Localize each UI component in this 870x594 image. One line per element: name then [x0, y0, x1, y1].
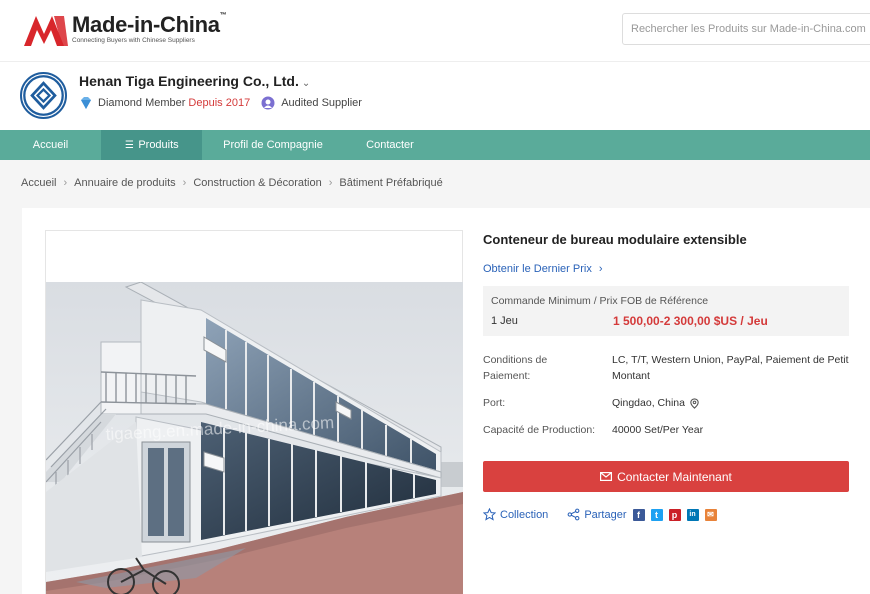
payment-terms-value: LC, T/T, Western Union, PayPal, Paiement…	[612, 354, 849, 382]
contact-now-label: Contacter Maintenant	[617, 469, 732, 484]
chevron-down-icon[interactable]: ⌄	[302, 78, 310, 89]
company-header: Henan Tiga Engineering Co., Ltd. ⌄ Diamon…	[0, 62, 870, 130]
facebook-icon[interactable]: f	[632, 508, 645, 521]
capacity-value: 40000 Set/Per Year	[612, 424, 704, 436]
port-value-text: Qingdao, China	[612, 397, 685, 409]
port-label: Port:	[483, 397, 506, 409]
site-logo[interactable]: Made-in-China™ Connecting Buyers with Ch…	[24, 12, 227, 46]
company-name-text: Henan Tiga Engineering Co., Ltd.	[79, 73, 299, 89]
nav-label: Profil de Compagnie	[223, 139, 323, 151]
nav-item-produits[interactable]: ☰ Produits	[101, 130, 202, 160]
company-logo-icon[interactable]	[20, 72, 67, 119]
latest-price-link[interactable]: Obtenir le Dernier Prix ›	[483, 263, 603, 275]
nav-item-profil[interactable]: Profil de Compagnie	[202, 130, 344, 160]
nav-label: Contacter	[366, 139, 414, 151]
breadcrumb: Accueil › Annuaire de produits › Constru…	[21, 177, 443, 189]
price-box: Commande Minimum / Prix FOB de Référence…	[483, 286, 849, 336]
contact-now-button[interactable]: Contacter Maintenant	[483, 461, 849, 492]
breadcrumb-separator-icon: ›	[328, 177, 333, 189]
chevron-right-icon: ›	[598, 263, 603, 275]
nav-item-accueil[interactable]: Accueil	[0, 130, 101, 160]
payment-terms-label: Conditions de Paiement:	[483, 354, 548, 382]
pinterest-icon[interactable]: p	[668, 508, 681, 521]
product-title: Conteneur de bureau modulaire extensible	[483, 232, 747, 247]
fob-price: 1 500,00-2 300,00 $US / Jeu	[613, 314, 768, 328]
top-bar: Made-in-China™ Connecting Buyers with Ch…	[0, 0, 870, 62]
collection-link[interactable]: Collection	[500, 509, 548, 521]
location-pin-icon[interactable]	[689, 397, 700, 409]
breadcrumb-link[interactable]: Construction & Décoration	[193, 177, 321, 189]
star-icon[interactable]	[483, 508, 496, 521]
share-icon[interactable]	[567, 508, 580, 521]
company-name[interactable]: Henan Tiga Engineering Co., Ltd. ⌄	[79, 73, 310, 89]
breadcrumb-link[interactable]: Annuaire de produits	[74, 177, 176, 189]
product-actions: Collection Partager f t p in ✉	[483, 508, 717, 521]
nav-label: Accueil	[32, 139, 69, 151]
member-level: Diamond Member	[98, 97, 186, 109]
main-nav: Accueil ☰ Produits Profil de Compagnie Co…	[0, 130, 870, 160]
nav-item-contacter[interactable]: Contacter	[344, 130, 436, 160]
logo-title: Made-in-China	[72, 12, 220, 37]
mail-icon	[600, 472, 613, 481]
price-header: Commande Minimum / Prix FOB de Référence	[491, 295, 709, 307]
breadcrumb-separator-icon: ›	[63, 177, 68, 189]
menu-list-icon: ☰	[124, 140, 134, 151]
audited-label: Audited Supplier	[281, 97, 362, 109]
audited-supplier-icon	[261, 96, 275, 110]
diamond-icon	[81, 97, 91, 109]
email-share-icon[interactable]: ✉	[704, 508, 717, 521]
logo-mark-icon	[24, 16, 68, 46]
search-input[interactable]	[622, 13, 870, 45]
member-since: Depuis 2017	[188, 97, 251, 109]
latest-price-label: Obtenir le Dernier Prix	[483, 263, 592, 275]
logo-tagline: Connecting Buyers with Chinese Suppliers	[72, 37, 195, 44]
port-value: Qingdao, China	[612, 395, 862, 411]
linkedin-icon[interactable]: in	[686, 508, 699, 521]
capacity-label: Capacité de Production:	[483, 424, 596, 436]
nav-label: Produits	[138, 139, 179, 151]
breadcrumb-separator-icon: ›	[182, 177, 187, 189]
logo-trademark: ™	[219, 12, 227, 19]
product-photo[interactable]: tigaeng.en.made-in-china.com	[46, 282, 463, 594]
min-order-qty: 1 Jeu	[491, 315, 518, 327]
company-badges: Diamond Member Depuis 2017 Audited Suppl…	[79, 96, 362, 110]
twitter-icon[interactable]: t	[650, 508, 663, 521]
share-label: Partager	[584, 508, 627, 521]
breadcrumb-link[interactable]: Accueil	[21, 177, 56, 189]
breadcrumb-current[interactable]: Bâtiment Préfabriqué	[339, 177, 442, 189]
